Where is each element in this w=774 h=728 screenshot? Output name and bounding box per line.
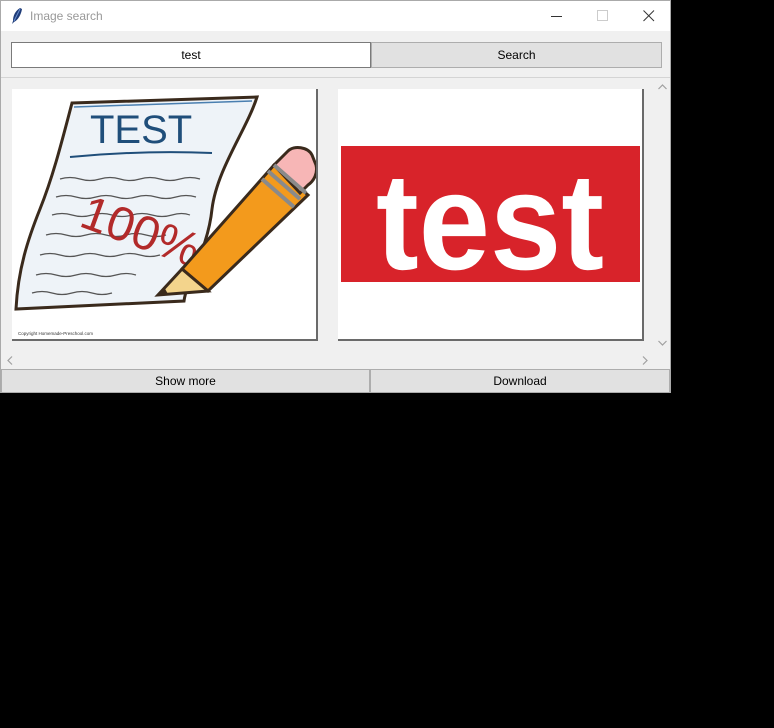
test-logo-illustration: test: [341, 145, 640, 299]
result-image-1[interactable]: TEST 100% Copyright Homemade-Preschool.c…: [12, 89, 318, 341]
download-button[interactable]: Download: [370, 369, 670, 393]
logo-text: test: [376, 145, 604, 299]
horizontal-scrollbar[interactable]: [1, 352, 654, 368]
show-more-button[interactable]: Show more: [1, 369, 370, 393]
close-icon: [643, 10, 655, 22]
maximize-button[interactable]: [580, 1, 626, 31]
window-title: Image search: [30, 9, 103, 23]
scroll-left-icon[interactable]: [7, 356, 13, 365]
feather-icon: [9, 7, 25, 25]
search-input[interactable]: [11, 42, 371, 68]
search-button[interactable]: Search: [371, 42, 662, 68]
minimize-icon: [551, 16, 562, 17]
results-canvas[interactable]: TEST 100% Copyright Homemade-Preschool.c…: [1, 78, 654, 352]
close-button[interactable]: [626, 1, 672, 31]
minimize-button[interactable]: [534, 1, 580, 31]
image-search-window: Image search Search: [0, 0, 671, 393]
scroll-right-icon[interactable]: [642, 356, 648, 365]
scroll-up-icon[interactable]: [658, 84, 667, 90]
vertical-scrollbar[interactable]: [654, 78, 670, 352]
result-image-2[interactable]: test: [338, 89, 644, 341]
paper-heading: TEST: [90, 108, 192, 152]
copyright-text: Copyright Homemade-Preschool.com: [18, 331, 93, 336]
maximize-icon: [597, 10, 608, 21]
test-paper-pencil-illustration: TEST 100% Copyright Homemade-Preschool.c…: [14, 95, 318, 336]
scroll-down-icon[interactable]: [658, 340, 667, 346]
title-bar[interactable]: Image search: [1, 1, 670, 31]
